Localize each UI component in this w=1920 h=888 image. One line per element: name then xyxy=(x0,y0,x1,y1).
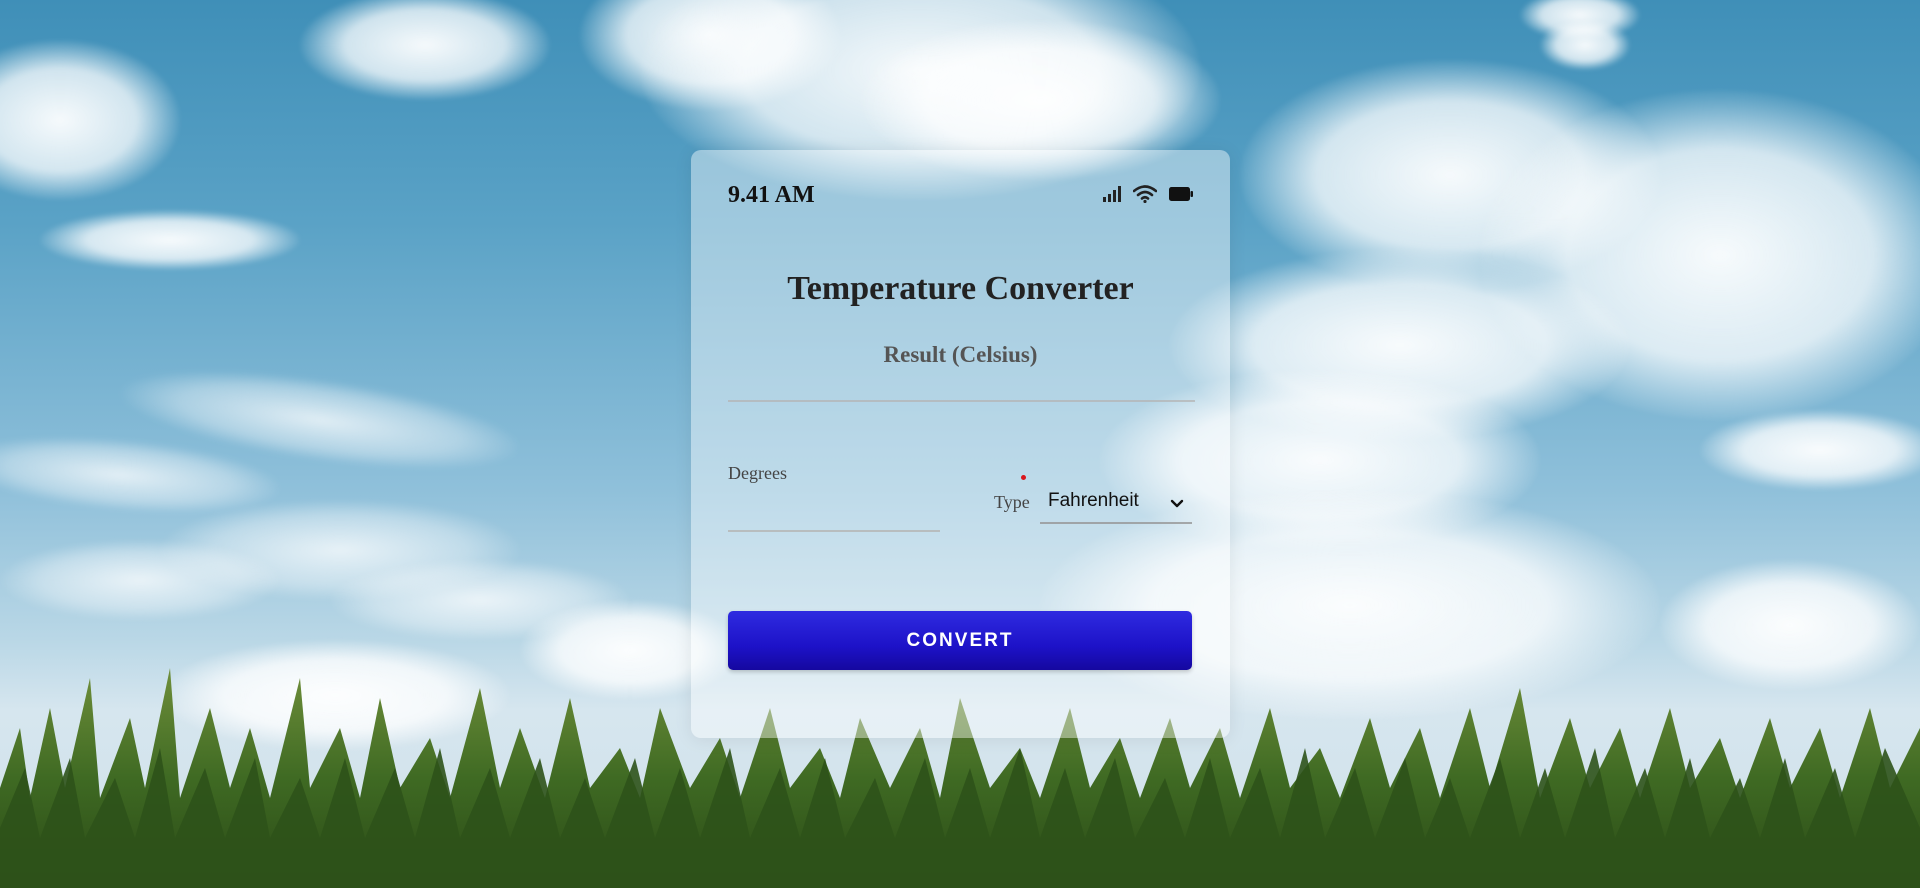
app-title: Temperature Converter xyxy=(787,270,1134,307)
wifi-icon xyxy=(1133,185,1157,203)
converter-card: 9.41 AM Temperature Converter Result (Ce… xyxy=(691,150,1230,738)
required-marker xyxy=(1021,475,1026,480)
result-label: Result (Celsius) xyxy=(883,342,1038,367)
degrees-input[interactable] xyxy=(728,490,940,532)
signal-icon xyxy=(1103,186,1121,202)
status-bar: 9.41 AM xyxy=(728,180,1193,210)
chevron-down-icon xyxy=(1170,496,1184,514)
degrees-label: Degrees xyxy=(728,463,787,483)
status-icons xyxy=(1103,185,1193,203)
type-label: Type xyxy=(994,492,1030,512)
status-time: 9.41 AM xyxy=(728,182,815,208)
result-output xyxy=(728,400,1195,402)
convert-button[interactable]: CONVERT xyxy=(728,611,1192,670)
type-select[interactable]: Fahrenheit xyxy=(1040,480,1192,524)
type-selected-value: Fahrenheit xyxy=(1048,490,1139,511)
battery-icon xyxy=(1169,187,1193,201)
